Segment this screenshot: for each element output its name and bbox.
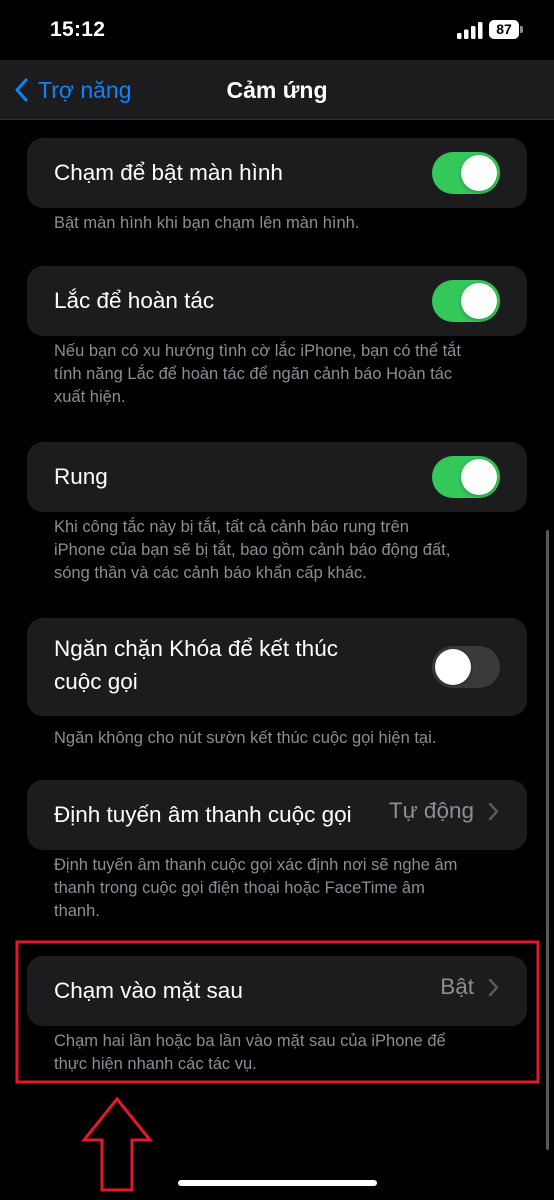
scrollbar[interactable] [546, 530, 549, 1150]
up-arrow-icon [80, 1096, 154, 1192]
red-highlight-frame [415, 942, 538, 1081]
home-indicator[interactable] [178, 1180, 377, 1186]
annotation-overlay [15, 940, 540, 1192]
red-outline [15, 940, 540, 1084]
highlight-frame-icon [415, 942, 538, 1081]
